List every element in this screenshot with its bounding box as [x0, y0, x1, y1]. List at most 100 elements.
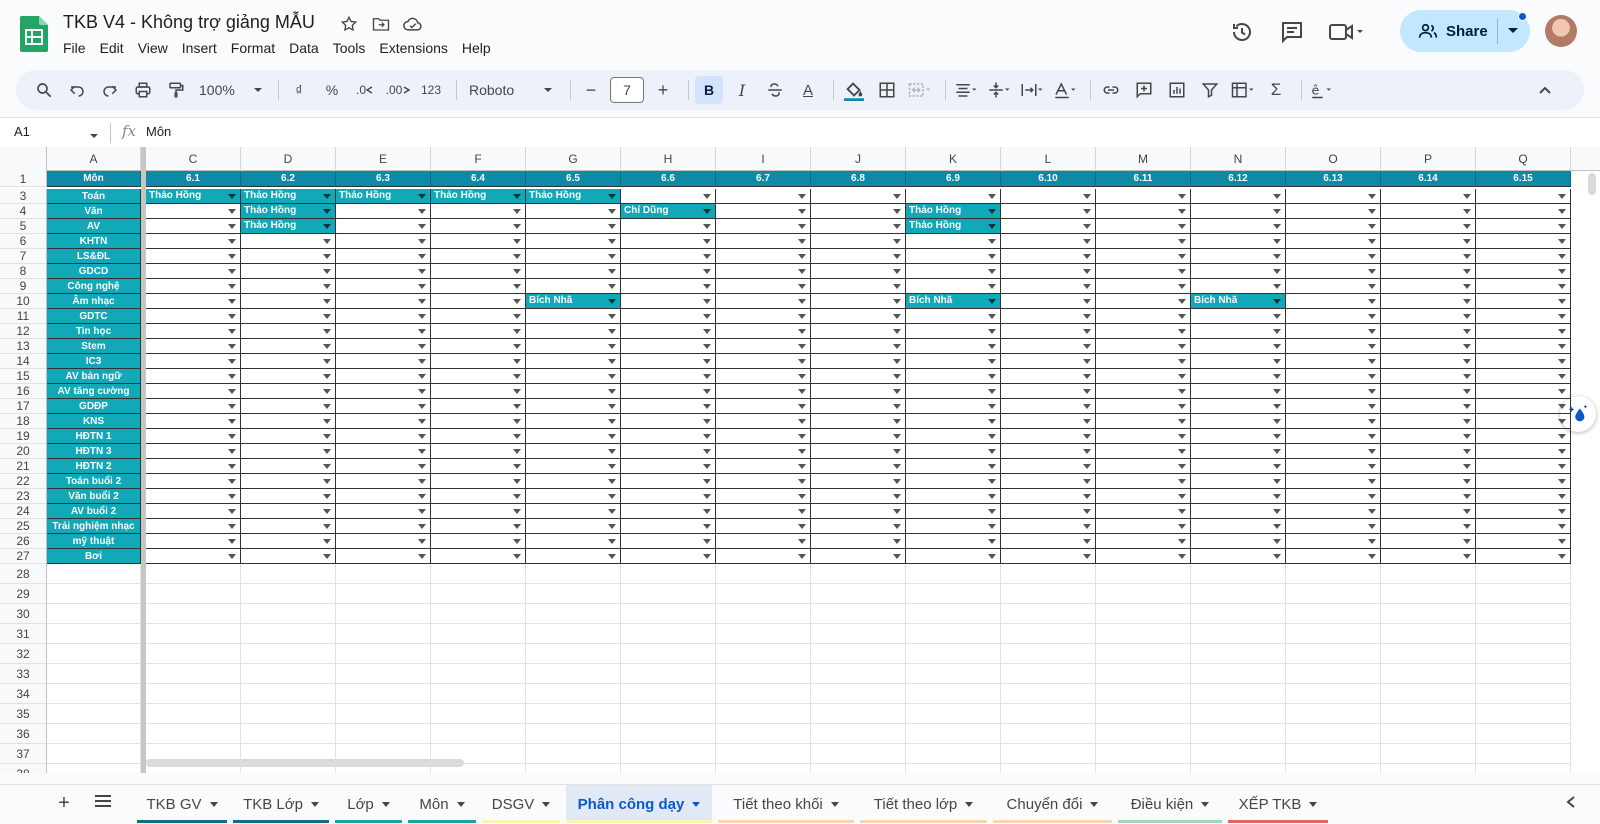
teacher-select-cell[interactable]	[431, 279, 526, 294]
empty-cell[interactable]	[1286, 664, 1381, 684]
teacher-select-cell[interactable]	[811, 414, 906, 429]
dropdown-chevron-icon[interactable]	[228, 404, 236, 409]
dropdown-chevron-icon[interactable]	[1083, 254, 1091, 259]
teacher-select-cell[interactable]	[1096, 444, 1191, 459]
dropdown-chevron-icon[interactable]	[988, 299, 996, 304]
dropdown-chevron-icon[interactable]	[418, 359, 426, 364]
dropdown-chevron-icon[interactable]	[1463, 194, 1471, 199]
empty-cell[interactable]	[146, 764, 241, 773]
teacher-select-cell[interactable]	[621, 369, 716, 384]
teacher-select-cell[interactable]	[1191, 309, 1286, 324]
empty-cell[interactable]	[241, 644, 336, 664]
teacher-select-cell[interactable]	[716, 324, 811, 339]
dropdown-chevron-icon[interactable]	[988, 434, 996, 439]
subject-cell[interactable]: Văn	[47, 204, 141, 219]
teacher-select-cell[interactable]	[1191, 354, 1286, 369]
teacher-select-cell[interactable]	[906, 504, 1001, 519]
empty-cell[interactable]	[431, 624, 526, 644]
dropdown-chevron-icon[interactable]	[228, 434, 236, 439]
teacher-select-cell[interactable]	[1096, 429, 1191, 444]
teacher-select-cell[interactable]	[526, 339, 621, 354]
column-header-f[interactable]: F	[431, 147, 526, 171]
dropdown-chevron-icon[interactable]	[323, 449, 331, 454]
dropdown-chevron-icon[interactable]	[1463, 464, 1471, 469]
teacher-select-cell[interactable]	[431, 474, 526, 489]
dropdown-chevron-icon[interactable]	[608, 509, 616, 514]
row-header[interactable]: 16	[0, 384, 47, 399]
row-header[interactable]: 8	[0, 264, 47, 279]
dropdown-chevron-icon[interactable]	[1368, 284, 1376, 289]
subject-cell[interactable]: AV tăng cường	[47, 384, 141, 399]
teacher-select-cell[interactable]	[1191, 459, 1286, 474]
empty-cell[interactable]	[906, 644, 1001, 664]
empty-cell[interactable]	[1476, 604, 1571, 624]
star-icon[interactable]	[338, 13, 360, 35]
teacher-select-cell[interactable]	[1381, 309, 1476, 324]
teacher-select-cell[interactable]	[1476, 279, 1571, 294]
teacher-select-cell[interactable]	[1191, 219, 1286, 234]
dropdown-chevron-icon[interactable]	[608, 239, 616, 244]
dropdown-chevron-icon[interactable]	[798, 389, 806, 394]
teacher-select-cell[interactable]	[1096, 294, 1191, 309]
teacher-select-cell[interactable]	[1286, 414, 1381, 429]
teacher-select-cell[interactable]	[1001, 414, 1096, 429]
row-header[interactable]: 22	[0, 474, 47, 489]
dropdown-chevron-icon[interactable]	[1558, 329, 1566, 334]
teacher-select-cell[interactable]	[1286, 219, 1381, 234]
empty-cell[interactable]	[1191, 604, 1286, 624]
empty-cell[interactable]	[146, 604, 241, 624]
teacher-select-cell[interactable]	[526, 219, 621, 234]
teacher-select-cell[interactable]	[1381, 204, 1476, 219]
dropdown-chevron-icon[interactable]	[418, 239, 426, 244]
teacher-select-cell[interactable]	[716, 444, 811, 459]
teacher-select-cell[interactable]	[1286, 234, 1381, 249]
empty-cell[interactable]	[1191, 764, 1286, 773]
teacher-select-cell[interactable]	[526, 444, 621, 459]
empty-cell[interactable]	[1476, 584, 1571, 604]
dropdown-chevron-icon[interactable]	[1368, 389, 1376, 394]
teacher-select-cell[interactable]	[906, 519, 1001, 534]
italic-button[interactable]: I	[728, 76, 756, 104]
subject-cell[interactable]: Toán buổi 2	[47, 474, 141, 489]
dropdown-chevron-icon[interactable]	[1178, 419, 1186, 424]
teacher-select-cell[interactable]	[1001, 294, 1096, 309]
empty-cell[interactable]	[1381, 604, 1476, 624]
dropdown-chevron-icon[interactable]	[798, 314, 806, 319]
dropdown-chevron-icon[interactable]	[323, 254, 331, 259]
teacher-select-cell[interactable]	[1191, 549, 1286, 564]
empty-cell[interactable]	[431, 564, 526, 584]
name-box-chevron-icon[interactable]	[89, 128, 99, 146]
dropdown-chevron-icon[interactable]	[893, 554, 901, 559]
row-header[interactable]: 35	[0, 704, 47, 724]
teacher-select-cell[interactable]	[1476, 459, 1571, 474]
empty-cell[interactable]	[431, 604, 526, 624]
dropdown-chevron-icon[interactable]	[893, 194, 901, 199]
empty-cell[interactable]	[1096, 724, 1191, 744]
dropdown-chevron-icon[interactable]	[1273, 209, 1281, 214]
row-header[interactable]: 1	[0, 171, 47, 187]
empty-cell[interactable]	[336, 724, 431, 744]
empty-cell[interactable]	[1381, 744, 1476, 764]
dropdown-chevron-icon[interactable]	[323, 539, 331, 544]
dropdown-chevron-icon[interactable]	[1368, 524, 1376, 529]
sheet-options-chevron-icon[interactable]	[381, 801, 390, 807]
dropdown-chevron-icon[interactable]	[608, 449, 616, 454]
dropdown-chevron-icon[interactable]	[893, 404, 901, 409]
teacher-select-cell[interactable]	[241, 369, 336, 384]
dropdown-chevron-icon[interactable]	[1558, 449, 1566, 454]
teacher-select-cell[interactable]	[526, 429, 621, 444]
dropdown-chevron-icon[interactable]	[418, 269, 426, 274]
teacher-select-cell[interactable]	[1286, 294, 1381, 309]
class-header-cell[interactable]: 6.12	[1191, 171, 1286, 187]
dropdown-chevron-icon[interactable]	[1463, 224, 1471, 229]
teacher-select-cell[interactable]	[336, 444, 431, 459]
empty-cell[interactable]	[1476, 744, 1571, 764]
teacher-select-cell[interactable]	[621, 414, 716, 429]
teacher-select-cell[interactable]	[716, 339, 811, 354]
empty-cell[interactable]	[621, 764, 716, 773]
teacher-select-cell[interactable]	[1476, 264, 1571, 279]
teacher-select-cell[interactable]	[811, 474, 906, 489]
teacher-select-cell[interactable]	[241, 384, 336, 399]
empty-cell[interactable]	[716, 684, 811, 704]
class-header-cell[interactable]: 6.7	[716, 171, 811, 187]
